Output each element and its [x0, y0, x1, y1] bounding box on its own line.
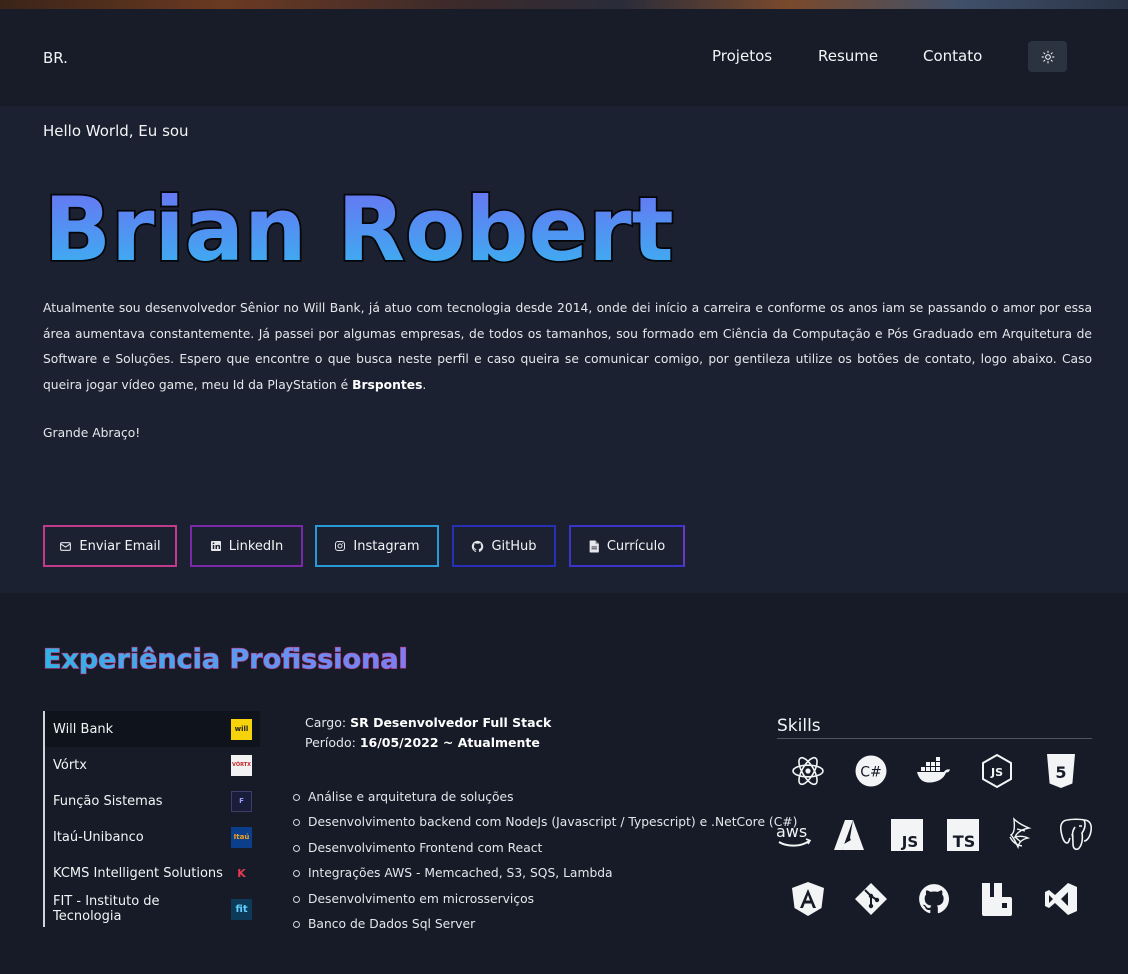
job-role: Cargo: SR Desenvolvedor Full Stack — [305, 713, 551, 733]
skills-title: Skills — [777, 716, 821, 736]
task-list: Análise e arquitetura de soluções Desenv… — [292, 785, 797, 937]
sun-icon — [1041, 50, 1054, 63]
nav-link-resume[interactable]: Resume — [818, 47, 878, 65]
github-icon — [472, 540, 484, 552]
nav-link-contato[interactable]: Contato — [923, 47, 982, 65]
bio-text: Atualmente sou desenvolvedor Sênior no W… — [43, 301, 1092, 392]
github-button-label: GitHub — [491, 538, 537, 554]
instagram-button-label: Instagram — [353, 538, 420, 554]
task-item: Desenvolvimento Frontend com React — [292, 836, 797, 861]
psn-id: Brspontes — [352, 377, 423, 392]
csharp-icon: C# — [853, 753, 889, 789]
angular-icon — [790, 881, 826, 917]
instagram-icon — [335, 541, 346, 551]
company-item-funcao-sistemas[interactable]: Função Sistemas F — [45, 783, 260, 819]
svg-text:JS: JS — [990, 766, 1003, 779]
skills-divider — [777, 738, 1092, 739]
job-period: Período: 16/05/2022 ~ Atualmente — [305, 733, 551, 753]
nodejs-icon: JS — [979, 753, 1015, 789]
linkedin-button[interactable]: LinkedIn — [190, 525, 303, 567]
period-label: Período: — [305, 735, 356, 750]
experience-title-text: Experiência Profissional — [43, 644, 408, 675]
willbank-logo-icon: will — [231, 718, 252, 740]
postgresql-icon — [1058, 817, 1094, 853]
site-logo[interactable]: BR. — [43, 49, 68, 67]
github-skill-icon — [916, 881, 952, 917]
company-name: Função Sistemas — [53, 793, 163, 809]
farewell-text: Grande Abraço! — [43, 426, 141, 440]
docker-icon — [916, 753, 952, 789]
itau-logo-icon: Itaú — [231, 826, 252, 848]
theme-toggle-button[interactable] — [1028, 41, 1067, 72]
hero-section: Hello World, Eu sou Brian Robert Atualme… — [0, 106, 1128, 593]
html5-icon: 5 — [1043, 753, 1079, 789]
hero-name: Brian Robert — [42, 176, 675, 274]
nav-link-projetos[interactable]: Projetos — [712, 47, 772, 65]
sqlserver-icon — [1001, 817, 1037, 853]
company-item-vortx[interactable]: Vórtx VÓRTX — [45, 747, 260, 783]
javascript-icon: JS — [889, 817, 925, 853]
task-item: Desenvolvimento em microsserviços — [292, 887, 797, 912]
task-item: Análise e arquitetura de soluções — [292, 785, 797, 810]
svg-text:5: 5 — [1055, 763, 1066, 782]
email-button[interactable]: Enviar Email — [43, 525, 177, 567]
azure-icon — [831, 817, 867, 853]
react-icon — [790, 753, 826, 789]
company-name: KCMS Intelligent Solutions — [53, 865, 223, 881]
company-name: Itaú-Unibanco — [53, 829, 144, 845]
visualstudio-icon — [1043, 881, 1079, 917]
task-item: Integrações AWS - Memcached, S3, SQS, La… — [292, 861, 797, 886]
svg-text:JS: JS — [901, 833, 918, 851]
funcao-logo-icon: F — [231, 790, 252, 812]
period-value: 16/05/2022 ~ Atualmente — [359, 735, 540, 750]
kcms-logo-icon: K — [237, 866, 246, 880]
vortx-logo-icon: VÓRTX — [231, 754, 252, 776]
hero-name-text: Brian Robert — [44, 178, 674, 274]
rabbitmq-icon — [979, 881, 1015, 917]
document-icon — [589, 540, 599, 552]
curriculo-button-label: Currículo — [606, 538, 666, 554]
company-item-willbank[interactable]: Will Bank will — [45, 711, 260, 747]
company-name: FIT - Instituto de Tecnologia — [53, 894, 160, 924]
site-header: BR. Projetos Resume Contato — [0, 9, 1128, 106]
task-item: Banco de Dados Sql Server — [292, 912, 797, 937]
role-value: SR Desenvolvedor Full Stack — [350, 715, 552, 730]
typescript-icon: TS — [945, 817, 981, 853]
curriculo-button[interactable]: Currículo — [569, 525, 685, 567]
bio-paragraph: Atualmente sou desenvolvedor Sênior no W… — [43, 296, 1092, 398]
github-button[interactable]: GitHub — [452, 525, 556, 567]
greeting-text: Hello World, Eu sou — [43, 122, 189, 140]
bio-end: . — [422, 377, 427, 392]
svg-text:aws: aws — [776, 822, 807, 841]
svg-text:TS: TS — [953, 832, 975, 851]
company-list: Will Bank will Vórtx VÓRTX Função Sistem… — [43, 711, 260, 927]
linkedin-button-label: LinkedIn — [228, 538, 284, 554]
aws-icon: aws — [775, 817, 813, 853]
browser-top-strip — [0, 0, 1128, 9]
fit-logo-icon: fit — [231, 898, 252, 920]
instagram-button[interactable]: Instagram — [315, 525, 439, 567]
git-icon — [853, 881, 889, 917]
company-name: Will Bank — [53, 721, 114, 737]
email-button-label: Enviar Email — [79, 538, 161, 554]
linkedin-icon — [210, 541, 221, 551]
company-item-kcms[interactable]: KCMS Intelligent Solutions K — [45, 855, 260, 891]
company-item-fit[interactable]: FIT - Instituto de Tecnologia fit — [45, 891, 260, 927]
company-item-itau[interactable]: Itaú-Unibanco Itaú — [45, 819, 260, 855]
mail-icon — [60, 541, 72, 551]
task-item: Desenvolvimento backend com NodeJs (Java… — [292, 810, 797, 835]
job-details: Cargo: SR Desenvolvedor Full Stack Perío… — [305, 713, 551, 753]
svg-text:C#: C# — [860, 765, 882, 781]
role-label: Cargo: — [305, 715, 347, 730]
experience-title: Experiência Profissional — [42, 643, 408, 675]
company-name: Vórtx — [53, 757, 87, 773]
